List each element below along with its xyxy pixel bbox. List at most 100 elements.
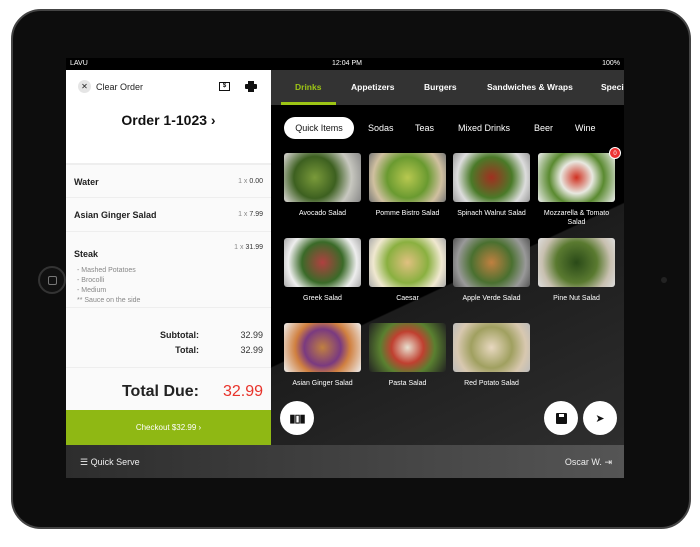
item-price: 7.99	[249, 211, 263, 218]
order-row[interactable]: Steak 1 x 31.99 - Mashed Potatoes - Broc…	[66, 232, 271, 308]
subtotal-label: Subtotal:	[160, 330, 199, 340]
bottom-bar: ☰ Quick Serve Oscar W. ⇥	[66, 445, 624, 478]
menu-item-label: Red Potato Salad	[464, 380, 519, 387]
modifier: - Mashed Potatoes	[77, 267, 136, 274]
menu-item[interactable]: Pine Nut Salad	[538, 238, 615, 303]
subtab-quick-items[interactable]: Quick Items	[284, 117, 354, 139]
menu-item-image	[284, 153, 361, 202]
subtab-teas[interactable]: Teas	[415, 123, 434, 133]
item-qty: 1 x	[234, 244, 244, 251]
menu-item[interactable]: Asian Ginger Salad	[284, 323, 361, 388]
menu-item-label: Spinach Walnut Salad	[457, 210, 526, 217]
menu-item-image	[453, 153, 530, 202]
order-title[interactable]: Order 1-1023 ›	[66, 112, 271, 128]
checkout-button[interactable]: Checkout $32.99 ›	[66, 410, 271, 445]
printer-icon[interactable]	[245, 81, 257, 92]
modifier: - Medium	[77, 287, 107, 294]
menu-item[interactable]: Pasta Salad	[369, 323, 446, 388]
subtab-wine[interactable]: Wine	[575, 123, 596, 133]
item-qty: 1 x	[238, 211, 248, 218]
save-icon	[555, 412, 567, 424]
item-name: Steak	[74, 249, 99, 259]
total-due: Total Due: 32.99	[66, 368, 271, 408]
totals: Subtotal: 32.99 Total: 32.99	[66, 308, 271, 368]
menu-item-image	[284, 323, 361, 372]
menu-item-image	[453, 323, 530, 372]
camera	[661, 277, 667, 283]
order-row[interactable]: Water 1 x 0.00	[66, 165, 271, 198]
clear-order-button[interactable]: ✕ Clear Order	[78, 80, 143, 93]
item-price: 31.99	[245, 244, 263, 251]
tab-drinks[interactable]: Drinks	[295, 82, 321, 92]
item-name: Water	[74, 177, 99, 187]
active-tab-indicator	[281, 102, 336, 105]
menu-item-image	[538, 238, 615, 287]
total-due-label: Total Due:	[121, 383, 199, 400]
menu-item-image	[369, 238, 446, 287]
subtotal-value: 32.99	[240, 330, 263, 340]
tab-appetizers[interactable]: Appetizers	[351, 82, 394, 92]
menu-item-label: Pasta Salad	[388, 380, 427, 387]
user-name: Oscar W.	[564, 457, 602, 467]
menu-item[interactable]: Red Potato Salad	[453, 323, 530, 388]
home-button[interactable]	[38, 266, 66, 294]
logout-icon: ⇥	[604, 457, 612, 467]
home-icon	[48, 276, 57, 285]
subtab-beer[interactable]: Beer	[534, 123, 553, 133]
menu-button[interactable]: ☰ Quick Serve	[80, 457, 140, 468]
menu-item[interactable]: Spinach Walnut Salad	[453, 153, 530, 218]
menu-item[interactable]: Greek Salad	[284, 238, 361, 303]
item-modifiers: - Mashed Potatoes - Brocolli - Medium **…	[74, 266, 263, 306]
battery: 100%	[602, 60, 620, 67]
status-bar: LAVU 12:04 PM 100%	[66, 58, 624, 70]
count-badge: 0	[609, 147, 621, 159]
menu-item[interactable]: Caesar	[369, 238, 446, 303]
tab-burgers[interactable]: Burgers	[424, 82, 457, 92]
menu-item[interactable]: Mozzarella & Tomato Salad 0	[538, 147, 621, 227]
barcode-button[interactable]: ▮▯▮	[280, 401, 314, 435]
clock: 12:04 PM	[332, 60, 362, 67]
menu-item-label: Caesar	[396, 295, 419, 302]
send-icon: ➤	[595, 412, 605, 425]
menu-item-label: Pine Nut Salad	[553, 295, 600, 302]
screen: LAVU 12:04 PM 100% ✕ Clear Order $ Order…	[66, 58, 624, 478]
menu-item[interactable]: Pomme Bistro Salad	[369, 153, 446, 218]
total-label: Total:	[175, 345, 199, 355]
menu-item-label: Greek Salad	[303, 295, 342, 302]
order-row[interactable]: Asian Ginger Salad 1 x 7.99	[66, 198, 271, 232]
order-panel: ✕ Clear Order $ Order 1-1023 › Water 1 x…	[66, 70, 271, 445]
barcode-icon: ▮▯▮	[289, 412, 305, 425]
tab-specials[interactable]: Speci	[601, 82, 624, 92]
user-button[interactable]: Oscar W. ⇥	[565, 457, 612, 468]
send-button[interactable]: ➤	[583, 401, 617, 435]
menu-panel: Drinks Appetizers Burgers Sandwiches & W…	[271, 70, 624, 445]
menu-item-image	[453, 238, 530, 287]
menu-item[interactable]: Apple Verde Salad	[453, 238, 530, 303]
tab-sandwiches-wraps[interactable]: Sandwiches & Wraps	[487, 82, 573, 92]
menu-item[interactable]: Avocado Salad	[284, 153, 361, 218]
menu-item-label: Avocado Salad	[299, 210, 346, 217]
category-tabs: Drinks Appetizers Burgers Sandwiches & W…	[271, 70, 624, 105]
modifier: ** Sauce on the side	[77, 297, 141, 304]
modifier: - Brocolli	[77, 277, 105, 284]
menu-item-image	[284, 238, 361, 287]
menu-item-label: Asian Ginger Salad	[292, 380, 353, 387]
total-value: 32.99	[240, 345, 263, 355]
subtab-mixed-drinks[interactable]: Mixed Drinks	[458, 123, 510, 133]
item-qty: 1 x	[238, 178, 248, 185]
order-header: ✕ Clear Order $ Order 1-1023 ›	[66, 70, 271, 165]
item-name: Asian Ginger Salad	[74, 210, 157, 220]
save-button[interactable]	[544, 401, 578, 435]
menu-item-label: Apple Verde Salad	[462, 295, 521, 302]
cash-icon[interactable]: $	[219, 82, 230, 91]
close-icon: ✕	[78, 80, 91, 93]
mode-label: Quick Serve	[90, 457, 140, 467]
carrier: LAVU	[70, 60, 88, 67]
menu-item-image	[369, 323, 446, 372]
subtab-sodas[interactable]: Sodas	[368, 123, 394, 133]
clear-order-label: Clear Order	[96, 81, 144, 92]
menu-item-image	[538, 153, 615, 202]
item-price: 0.00	[249, 178, 263, 185]
total-due-value: 32.99	[222, 383, 263, 400]
menu-item-image	[369, 153, 446, 202]
